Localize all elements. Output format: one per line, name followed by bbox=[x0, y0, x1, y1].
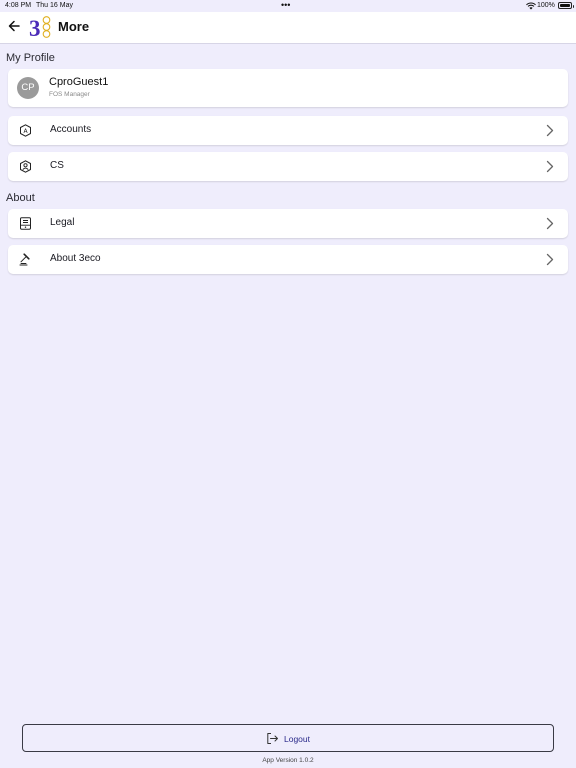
logout-icon bbox=[267, 733, 278, 744]
menu-item-about-3eco[interactable]: About 3eco bbox=[8, 245, 568, 274]
chevron-right-icon bbox=[546, 253, 554, 266]
chevron-right-icon bbox=[546, 160, 554, 173]
logout-label: Logout bbox=[284, 734, 310, 744]
svg-text:3: 3 bbox=[29, 16, 41, 40]
account-shield-icon: A bbox=[20, 124, 31, 137]
status-date: Thu 16 May bbox=[36, 2, 73, 9]
chevron-right-icon bbox=[546, 217, 554, 230]
menu-item-legal[interactable]: Legal bbox=[8, 209, 568, 238]
app-header: 3 More bbox=[0, 12, 576, 44]
menu-item-label: About 3eco bbox=[50, 253, 101, 264]
menu-item-accounts[interactable]: A Accounts bbox=[8, 116, 568, 145]
battery-icon bbox=[558, 2, 574, 9]
battery-percent: 100% bbox=[537, 2, 555, 9]
profile-name: CproGuest1 bbox=[49, 76, 109, 88]
status-time: 4:08 PM bbox=[5, 2, 32, 9]
gavel-icon bbox=[19, 253, 30, 266]
menu-item-cs[interactable]: CS bbox=[8, 152, 568, 181]
arrow-left-icon[interactable] bbox=[6, 18, 22, 34]
3eco-logo: 3 bbox=[29, 16, 51, 40]
menu-item-label: Legal bbox=[50, 217, 75, 228]
document-icon bbox=[20, 217, 31, 230]
profile-card[interactable]: CP CproGuest1 FOS Manager bbox=[8, 69, 568, 107]
logout-button[interactable]: Logout bbox=[22, 724, 554, 752]
section-title-my-profile: My Profile bbox=[6, 52, 55, 64]
section-title-about: About bbox=[6, 192, 35, 204]
avatar: CP bbox=[17, 77, 39, 99]
page-title: More bbox=[58, 19, 90, 34]
wifi-icon bbox=[526, 2, 536, 10]
svg-text:A: A bbox=[23, 128, 28, 135]
person-shield-icon bbox=[20, 160, 31, 173]
app-version: App Version 1.0.2 bbox=[262, 757, 314, 764]
status-bar: 4:08 PM Thu 16 May ••• 100% bbox=[0, 0, 576, 12]
menu-item-label: CS bbox=[50, 160, 64, 171]
chevron-right-icon bbox=[546, 124, 554, 137]
profile-role: FOS Manager bbox=[49, 91, 90, 98]
multitasking-dots[interactable]: ••• bbox=[281, 0, 290, 10]
menu-item-label: Accounts bbox=[50, 124, 92, 135]
